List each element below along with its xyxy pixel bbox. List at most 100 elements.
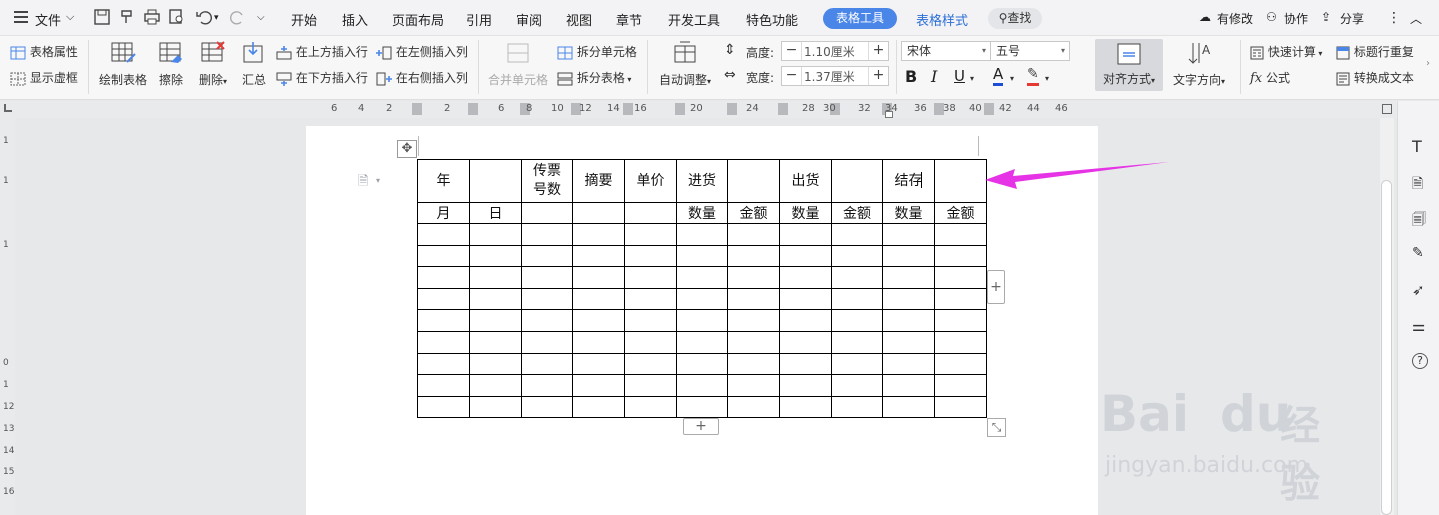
subheader-cell[interactable]: [624, 202, 677, 224]
table-cell[interactable]: [624, 330, 677, 354]
table-cell[interactable]: [417, 287, 470, 311]
paragraph-icon[interactable]: 🗎: [358, 172, 368, 194]
width-value[interactable]: 1.37厘米: [804, 68, 855, 85]
table-cell[interactable]: [572, 395, 625, 419]
scrollbar-thumb[interactable]: [1381, 180, 1392, 515]
height-increase-button[interactable]: +: [868, 42, 888, 60]
table-cell[interactable]: [417, 309, 470, 332]
table-cell[interactable]: [676, 374, 728, 397]
table-cell[interactable]: [831, 244, 883, 268]
search-button[interactable]: ⚲查找: [988, 8, 1042, 29]
sliders-icon[interactable]: ⚌: [1412, 317, 1428, 335]
table-cell[interactable]: [831, 374, 883, 397]
table-cell[interactable]: [934, 287, 987, 311]
table-cell[interactable]: [417, 395, 470, 419]
table-cell[interactable]: [727, 266, 780, 289]
table-cell[interactable]: [572, 309, 625, 332]
table-cell[interactable]: [469, 395, 522, 419]
table-cell[interactable]: [727, 244, 780, 268]
table-cell[interactable]: [624, 352, 677, 376]
table-cell[interactable]: [469, 309, 522, 332]
insert-row-above-button[interactable]: 在上方插入行: [276, 43, 368, 60]
table-cell[interactable]: [676, 395, 728, 419]
ruler-column-marker[interactable]: [412, 103, 422, 115]
header-cell[interactable]: 出货: [779, 159, 832, 203]
table-cell[interactable]: [521, 244, 573, 268]
font-size-select[interactable]: 五号 ▾: [990, 41, 1070, 61]
tab-home[interactable]: 开始: [291, 10, 317, 29]
table-cell[interactable]: [417, 266, 470, 289]
table-cell[interactable]: [417, 244, 470, 268]
summary-button[interactable]: 汇总: [240, 40, 268, 88]
delete-button[interactable]: 删除▾: [194, 40, 232, 88]
table-cell[interactable]: [882, 330, 935, 354]
table-cell[interactable]: [934, 374, 987, 397]
table-cell[interactable]: [469, 266, 522, 289]
print-preview-icon[interactable]: [168, 8, 186, 26]
header-cell[interactable]: [934, 159, 987, 203]
table-cell[interactable]: [624, 309, 677, 332]
subheader-cell[interactable]: [521, 202, 573, 224]
table-cell[interactable]: [469, 244, 522, 268]
table-cell[interactable]: [882, 309, 935, 332]
table-cell[interactable]: [469, 223, 522, 246]
convert-to-text-button[interactable]: 转换成文本: [1336, 69, 1414, 86]
data-table[interactable]: 年传票 号数 摘要 单价 进货 出货 结存 月日数量 金额 数量 金额 数量 金额: [417, 159, 987, 419]
file-menu[interactable]: 文件: [35, 10, 61, 29]
header-cell[interactable]: 结存: [882, 159, 935, 203]
paragraph-dropdown-icon[interactable]: ▾: [376, 176, 380, 185]
draw-table-button[interactable]: 绘制表格: [98, 40, 148, 88]
text-direction-button[interactable]: A 文字方向▾: [1170, 40, 1228, 88]
underline-icon[interactable]: U: [954, 67, 965, 85]
text-style-icon[interactable]: T: [1412, 137, 1428, 156]
table-cell[interactable]: [934, 223, 987, 246]
ruler-column-marker[interactable]: [675, 103, 685, 115]
tab-insert[interactable]: 插入: [342, 10, 368, 29]
collab-button[interactable]: 协作: [1284, 10, 1308, 27]
formula-button[interactable]: fx 公式: [1250, 69, 1290, 86]
more-menu-icon[interactable]: ⋮: [1387, 10, 1401, 26]
repeat-header-button[interactable]: 标题行重复: [1336, 43, 1414, 60]
table-cell[interactable]: [572, 223, 625, 246]
table-cell[interactable]: [676, 244, 728, 268]
underline-dropdown-icon[interactable]: ▾: [970, 74, 974, 83]
table-cell[interactable]: [417, 330, 470, 354]
ruler-column-marker[interactable]: [468, 103, 478, 115]
table-cell[interactable]: [934, 395, 987, 419]
table-cell[interactable]: [831, 309, 883, 332]
hamburger-icon[interactable]: [14, 11, 28, 23]
header-cell[interactable]: 进货: [676, 159, 728, 203]
table-cell[interactable]: [882, 287, 935, 311]
table-cell[interactable]: [469, 374, 522, 397]
table-cell[interactable]: [417, 352, 470, 376]
add-row-button[interactable]: +: [683, 418, 719, 435]
ribbon-scroll-icon[interactable]: ›: [1426, 58, 1430, 69]
width-increase-button[interactable]: +: [868, 67, 888, 85]
table-cell[interactable]: [779, 374, 832, 397]
table-cell[interactable]: [882, 266, 935, 289]
subheader-cell[interactable]: 数量: [676, 202, 728, 224]
table-move-handle-icon[interactable]: ✥: [397, 140, 417, 158]
table-cell[interactable]: [831, 352, 883, 376]
header-cell[interactable]: 摘要: [572, 159, 625, 203]
table-cell[interactable]: [727, 223, 780, 246]
subheader-cell[interactable]: 月: [417, 202, 470, 224]
table-cell[interactable]: [572, 352, 625, 376]
italic-icon[interactable]: I: [931, 67, 937, 86]
tab-references[interactable]: 引用: [466, 10, 492, 29]
table-cell[interactable]: [676, 309, 728, 332]
pen-icon[interactable]: ✎: [1412, 245, 1428, 261]
table-cell[interactable]: [934, 309, 987, 332]
table-cell[interactable]: [779, 287, 832, 311]
table-cell[interactable]: [521, 287, 573, 311]
table-cell[interactable]: [831, 395, 883, 419]
tab-page-layout[interactable]: 页面布局: [392, 10, 444, 29]
table-cell[interactable]: [676, 330, 728, 354]
vertical-ruler[interactable]: 1 1 1 0 1 12 13 14 15 16: [0, 118, 15, 515]
split-cells-button[interactable]: 拆分单元格: [557, 43, 637, 60]
table-cell[interactable]: [624, 266, 677, 289]
merge-cells-button[interactable]: 合并单元格: [487, 40, 549, 88]
table-cell[interactable]: [882, 223, 935, 246]
cursor-icon[interactable]: ➶: [1412, 281, 1428, 299]
table-cell[interactable]: [831, 330, 883, 354]
